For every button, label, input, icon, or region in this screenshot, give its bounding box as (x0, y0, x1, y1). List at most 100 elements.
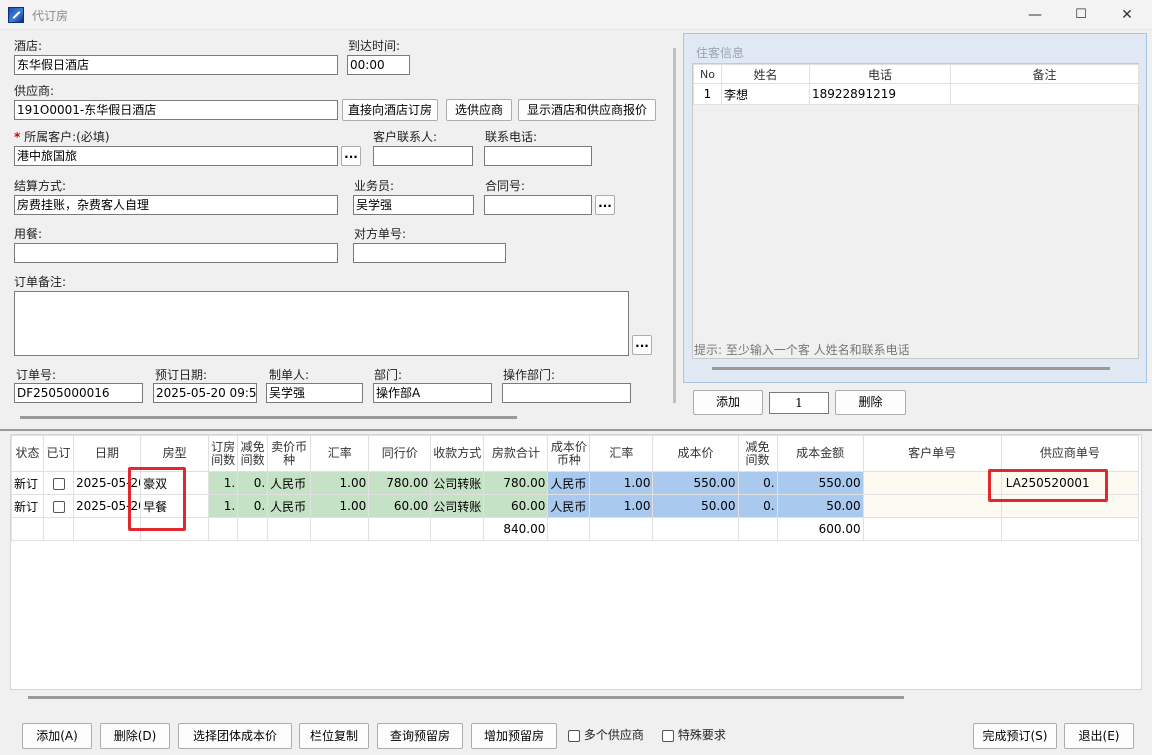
row-rooms-count[interactable]: 1. (208, 494, 239, 518)
col-rate: 汇率 (310, 435, 370, 472)
hotel-label: 酒店: (14, 39, 43, 53)
section-divider (0, 429, 1152, 431)
guest-scrollbar[interactable] (712, 367, 1110, 370)
creator-label: 制单人: (269, 368, 310, 382)
form-divider (673, 48, 676, 403)
row-sell-currency[interactable]: 人民币 (267, 494, 312, 518)
col-free-rooms: 减免间数 (237, 435, 269, 472)
department-field[interactable]: 操作部A (373, 383, 492, 403)
maximize-icon[interactable]: ☐ (1058, 0, 1104, 30)
col-cost-rate: 汇率 (589, 435, 654, 472)
row-cost-currency[interactable]: 人民币 (547, 494, 591, 518)
customer-field[interactable]: 港中旅国旅 (14, 146, 338, 166)
col-cost-total: 成本金额 (776, 435, 864, 472)
guest-count-field[interactable]: 1 (769, 392, 829, 414)
guest-panel-title: 住客信息 (696, 46, 745, 60)
copy-column-button[interactable]: 栏位复制 (299, 723, 369, 749)
delete-button[interactable]: 删除(D) (100, 723, 170, 749)
order-date-field[interactable]: 2025-05-20 09:53 (153, 383, 257, 403)
op-department-field[interactable] (502, 383, 631, 403)
minimize-icon[interactable]: — (1012, 0, 1058, 30)
query-reserved-button[interactable]: 查询预留房 (377, 723, 463, 749)
department-label: 部门: (374, 368, 403, 382)
form-scrollbar[interactable] (20, 416, 517, 419)
supplier-label: 供应商: (14, 84, 55, 98)
contract-lookup-button[interactable]: ... (595, 195, 615, 215)
guest-phone[interactable]: 18922891219 (809, 83, 951, 105)
guest-no: 1 (693, 83, 722, 105)
close-icon[interactable]: ✕ (1104, 0, 1150, 30)
row-pay-method[interactable]: 公司转账 (430, 494, 485, 518)
contact-field[interactable] (373, 146, 473, 166)
row-free-rooms[interactable]: 0. (237, 471, 269, 495)
add-reserved-button[interactable]: 增加预留房 (471, 723, 557, 749)
customer-lookup-button[interactable]: ... (341, 146, 361, 166)
booked-checkbox[interactable] (43, 471, 75, 495)
finish-booking-button[interactable]: 完成预订(S) (973, 723, 1057, 749)
select-supplier-button[interactable]: 选供应商 (446, 99, 512, 121)
row-peer-price[interactable]: 780.00 (368, 471, 432, 495)
contract-field[interactable] (484, 195, 592, 215)
col-cost-currency: 成本价币种 (547, 435, 591, 472)
creator-field[interactable]: 吴学强 (266, 383, 363, 403)
row-room-total: 60.00 (483, 494, 549, 518)
exit-button[interactable]: 退出(E) (1064, 723, 1134, 749)
row-cost-price[interactable]: 550.00 (652, 471, 739, 495)
settlement-field[interactable]: 房费挂账，杂费客人自理 (14, 195, 338, 215)
row-cost-currency[interactable]: 人民币 (547, 471, 591, 495)
title-bar (0, 0, 1152, 30)
row-cost-free[interactable]: 0. (737, 494, 778, 518)
row-customer-no[interactable] (862, 471, 1002, 495)
row-pay-method[interactable]: 公司转账 (430, 471, 485, 495)
grid-scrollbar[interactable] (28, 696, 904, 699)
salesman-field[interactable]: 吴学强 (353, 195, 474, 215)
row-cost-free[interactable]: 0. (737, 471, 778, 495)
row-rate[interactable]: 1.00 (310, 494, 370, 518)
row-rate[interactable]: 1.00 (310, 471, 370, 495)
guest-delete-button[interactable]: 删除 (835, 390, 906, 415)
special-req-checkbox[interactable]: 特殊要求 (662, 726, 726, 743)
remark-expand-button[interactable]: ... (632, 335, 652, 355)
order-no-label: 订单号: (16, 368, 57, 382)
row-free-rooms[interactable]: 0. (237, 494, 269, 518)
hotel-field[interactable]: 东华假日酒店 (14, 55, 338, 75)
phone-label: 联系电话: (485, 130, 538, 144)
row-rooms-count[interactable]: 1. (208, 471, 239, 495)
row-customer-no[interactable] (862, 494, 1002, 518)
customer-label: * 所属客户:(必填) (14, 128, 110, 145)
row-peer-price[interactable]: 60.00 (368, 494, 432, 518)
settlement-label: 结算方式: (14, 179, 67, 193)
counter-order-field[interactable] (353, 243, 506, 263)
arrival-time-field[interactable]: 00:00 (347, 55, 410, 75)
booked-checkbox[interactable] (43, 494, 75, 518)
row-cost-rate[interactable]: 1.00 (589, 471, 654, 495)
select-group-cost-button[interactable]: 选择团体成本价 (178, 723, 292, 749)
row-cost-rate[interactable]: 1.00 (589, 494, 654, 518)
col-cost-free: 减免间数 (737, 435, 778, 472)
window-title: 代订房 (32, 9, 69, 23)
show-prices-button[interactable]: 显示酒店和供应商报价 (518, 99, 656, 121)
remark-textarea[interactable] (14, 291, 629, 356)
row-cost-price[interactable]: 50.00 (652, 494, 739, 518)
supplier-field[interactable]: 191O0001-东华假日酒店 (14, 100, 338, 120)
customer-label-text: 所属客户:(必填) (24, 130, 110, 144)
meal-field[interactable] (14, 243, 338, 263)
row-cost-total: 50.00 (776, 494, 864, 518)
counter-order-label: 对方单号: (354, 227, 407, 241)
row-cost-total: 550.00 (776, 471, 864, 495)
guest-add-button[interactable]: 添加 (693, 390, 763, 415)
add-button[interactable]: 添加(A) (22, 723, 92, 749)
col-customer-no: 客户单号 (862, 435, 1002, 472)
direct-hotel-order-button[interactable]: 直接向酒店订房 (342, 99, 438, 121)
contact-label: 客户联系人: (373, 130, 438, 144)
guest-note[interactable] (950, 83, 1139, 105)
row-sell-currency[interactable]: 人民币 (267, 471, 312, 495)
col-rooms-count: 订房间数 (208, 435, 239, 472)
phone-field[interactable] (484, 146, 592, 166)
guest-row[interactable]: 1 李想 18922891219 (693, 83, 1139, 105)
multi-supplier-checkbox[interactable]: 多个供应商 (568, 726, 644, 743)
order-no-field[interactable]: DF2505000016 (14, 383, 143, 403)
total-cost-amount: 600.00 (776, 517, 864, 541)
special-req-label: 特殊要求 (677, 728, 726, 742)
guest-name[interactable]: 李想 (721, 83, 810, 105)
